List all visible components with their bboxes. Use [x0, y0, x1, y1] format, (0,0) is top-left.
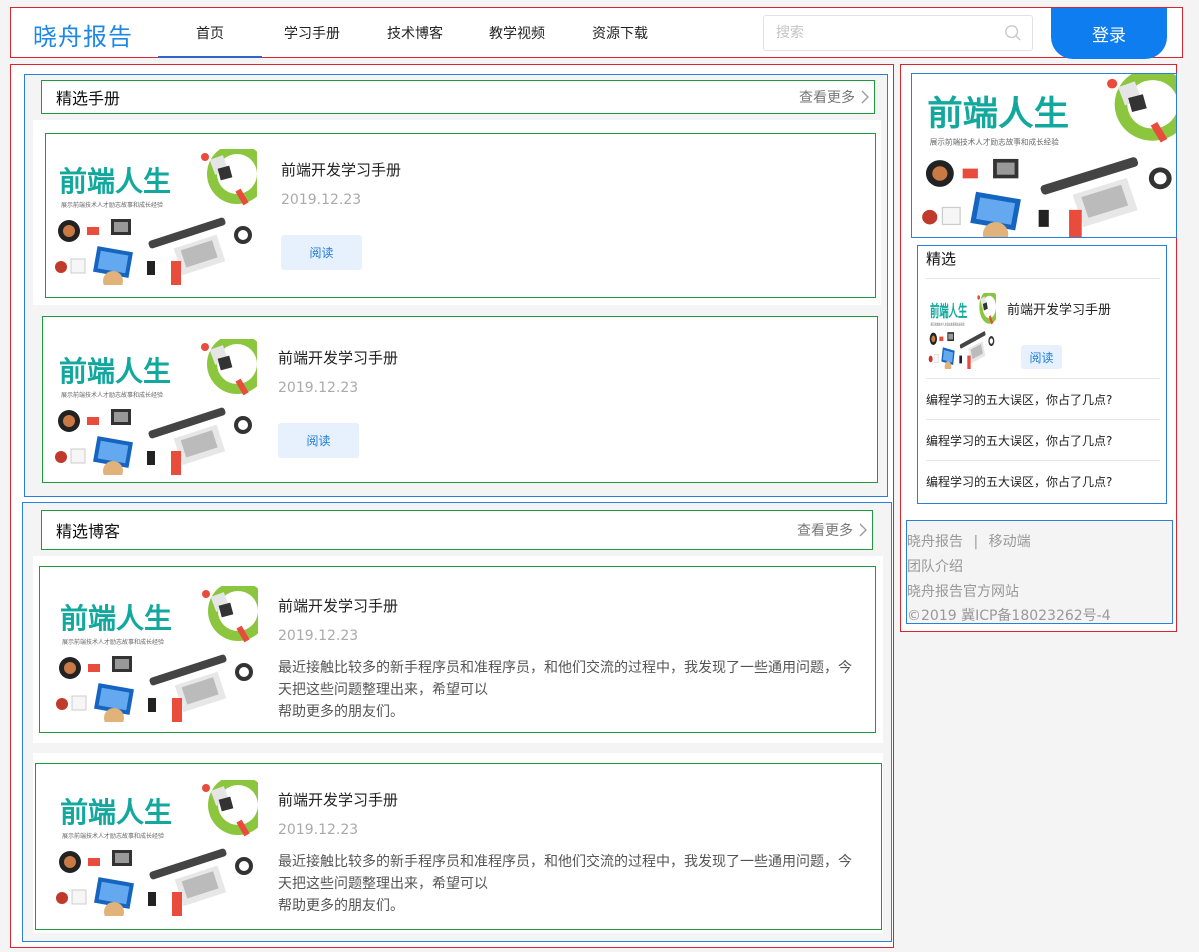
sidebar-featured: 精选 前端人生 展示前端技术人才励志故事和成长经验 前端开发学习手册 阅读 编程…: [917, 245, 1167, 504]
blogs-section-header: 精选博客 查看更多: [41, 510, 873, 550]
blog-date: 2019.12.23: [278, 628, 359, 644]
login-button[interactable]: 登录: [1051, 8, 1167, 59]
read-button[interactable]: 阅读: [278, 423, 359, 458]
thumbnail-subtitle: 展示前端技术人才励志故事和成长经验: [61, 391, 163, 399]
thumbnail-title: 前端人生: [927, 95, 1069, 134]
footer-brand-link[interactable]: 晓舟报告: [907, 534, 963, 550]
nav-item-manuals[interactable]: 学习手册: [284, 23, 340, 43]
manual-card[interactable]: 前端人生 展示前端技术人才励志故事和成长经验 前端开发学习手册 2019.12.…: [42, 316, 878, 483]
featured-manuals-section: 精选手册 查看更多 前端人生 展示前端技术人才励志故事和成长经验 前端开发学习手…: [24, 74, 888, 497]
blog-description: 最近接触比较多的新手程序员和准程序员，和他们交流的过程中，我发现了一些通用问题，…: [278, 657, 878, 723]
footer-separator: |: [973, 534, 979, 550]
nav-item-home[interactable]: 首页: [196, 23, 224, 43]
blog-description-line: 帮助更多的朋友们。: [278, 704, 404, 720]
footer-links-row: 晓舟报告 | 移动端: [907, 531, 1031, 551]
featured-item[interactable]: 前端人生 展示前端技术人才励志故事和成长经验 前端开发学习手册 阅读: [926, 278, 1160, 378]
view-more-label: 查看更多: [799, 90, 855, 106]
thumbnail-title: 前端人生: [59, 165, 171, 198]
manual-card[interactable]: 前端人生 展示前端技术人才励志故事和成长经验 前端开发学习手册 2019.12.…: [45, 133, 876, 298]
manual-date: 2019.12.23: [281, 192, 362, 208]
search-input[interactable]: [764, 16, 984, 50]
nav-active-indicator: [158, 56, 262, 58]
nav-item-blog[interactable]: 技术博客: [387, 23, 443, 43]
featured-item-title[interactable]: 前端开发学习手册: [1007, 299, 1111, 318]
sidebar-footer: 晓舟报告 | 移动端 团队介绍 晓舟报告官方网站 ©2019 冀ICP备1802…: [906, 520, 1173, 624]
footer-site-link[interactable]: 晓舟报告官方网站: [907, 581, 1019, 601]
thumbnail-subtitle: 展示前端技术人才励志故事和成长经验: [62, 638, 164, 646]
blog-description: 最近接触比较多的新手程序员和准程序员，和他们交流的过程中，我发现了一些通用问题，…: [278, 851, 878, 917]
thumbnail-subtitle: 展示前端技术人才励志故事和成长经验: [61, 201, 163, 209]
blog-card[interactable]: 前端人生 展示前端技术人才励志故事和成长经验 前端开发学习手册 2019.12.…: [35, 763, 882, 930]
thumbnail-illustration: 前端人生 展示前端技术人才励志故事和成长经验: [912, 74, 1176, 237]
thumbnail-title: 前端人生: [60, 796, 172, 829]
read-button[interactable]: 阅读: [1021, 345, 1062, 369]
top-navbar: 晓舟报告 首页 学习手册 技术博客 教学视频 资源下载 登录: [10, 7, 1183, 59]
manuals-section-header: 精选手册 查看更多: [41, 80, 875, 114]
featured-blogs-section: 精选博客 查看更多 前端人生 展示前端技术人才励志故事和成长经验 前端开发学习手…: [22, 502, 892, 942]
search-box: [763, 15, 1033, 51]
section-title: 精选博客: [56, 522, 121, 541]
read-button[interactable]: 阅读: [281, 235, 362, 270]
blog-description-line: 天把这些问题整理出来，希望可以: [278, 682, 488, 698]
thumbnail-title: 前端人生: [930, 302, 967, 321]
blog-description-line: 最近接触比较多的新手程序员和准程序员，和他们交流的过程中，我发现了一些通用问题，…: [278, 660, 852, 676]
featured-title: 精选: [926, 250, 957, 268]
view-more-label: 查看更多: [797, 523, 853, 539]
chevron-right-icon: [859, 523, 867, 537]
sidebar-link[interactable]: 编程学习的五大误区，你占了几点?: [926, 419, 1160, 461]
blog-card[interactable]: 前端人生 展示前端技术人才励志故事和成长经验 前端开发学习手册 2019.12.…: [39, 566, 876, 733]
manual-thumbnail: 前端人生 展示前端技术人才励志故事和成长经验: [47, 334, 267, 481]
banner-thumbnail: 前端人生 展示前端技术人才励志故事和成长经验: [912, 74, 1176, 237]
footer-icp: ©2019 冀ICP备18023262号-4: [907, 608, 1111, 624]
sidebar: 前端人生 展示前端技术人才励志故事和成长经验 精选 前端人生 展示前端技术人才励…: [900, 64, 1177, 632]
thumbnail-subtitle: 展示前端技术人才励志故事和成长经验: [931, 322, 965, 327]
blog-thumbnail: 前端人生 展示前端技术人才励志故事和成长经验: [48, 775, 268, 922]
nav-item-downloads[interactable]: 资源下载: [592, 23, 648, 43]
blog-description-line: 天把这些问题整理出来，希望可以: [278, 876, 488, 892]
footer-mobile-link[interactable]: 移动端: [989, 534, 1031, 550]
view-more-link[interactable]: 查看更多: [799, 87, 869, 107]
nav-item-videos[interactable]: 教学视频: [489, 23, 545, 43]
section-title: 精选手册: [56, 89, 121, 108]
featured-thumbnail: 前端人生 展示前端技术人才励志故事和成长经验: [926, 290, 1000, 373]
thumbnail-title: 前端人生: [59, 355, 171, 388]
blog-title[interactable]: 前端开发学习手册: [278, 789, 398, 810]
manual-date: 2019.12.23: [278, 380, 359, 396]
thumbnail-subtitle: 展示前端技术人才励志故事和成长经验: [62, 832, 164, 840]
search-icon[interactable]: [1004, 24, 1022, 42]
footer-team-link[interactable]: 团队介绍: [907, 556, 963, 576]
main-content: 精选手册 查看更多 前端人生 展示前端技术人才励志故事和成长经验 前端开发学习手…: [10, 64, 894, 948]
sidebar-link[interactable]: 编程学习的五大误区，你占了几点?: [926, 378, 1160, 420]
thumbnail-illustration: 前端人生 展示前端技术人才励志故事和成长经验: [47, 334, 267, 481]
blog-thumbnail: 前端人生 展示前端技术人才励志故事和成长经验: [48, 581, 268, 728]
blog-date: 2019.12.23: [278, 822, 359, 838]
manual-thumbnail: 前端人生 展示前端技术人才励志故事和成长经验: [47, 144, 267, 291]
manual-title[interactable]: 前端开发学习手册: [278, 347, 398, 368]
view-more-link[interactable]: 查看更多: [797, 520, 867, 540]
thumbnail-illustration: 前端人生 展示前端技术人才励志故事和成长经验: [48, 581, 268, 728]
blog-description-line: 最近接触比较多的新手程序员和准程序员，和他们交流的过程中，我发现了一些通用问题，…: [278, 854, 852, 870]
blog-title[interactable]: 前端开发学习手册: [278, 595, 398, 616]
thumbnail-illustration: 前端人生 展示前端技术人才励志故事和成长经验: [926, 290, 1000, 373]
sidebar-link[interactable]: 编程学习的五大误区，你占了几点?: [926, 460, 1160, 502]
manual-title[interactable]: 前端开发学习手册: [281, 159, 401, 180]
blog-description-line: 帮助更多的朋友们。: [278, 898, 404, 914]
site-logo[interactable]: 晓舟报告: [33, 17, 133, 52]
thumbnail-illustration: 前端人生 展示前端技术人才励志故事和成长经验: [48, 775, 268, 922]
thumbnail-illustration: 前端人生 展示前端技术人才励志故事和成长经验: [47, 144, 267, 291]
thumbnail-title: 前端人生: [60, 602, 172, 635]
chevron-right-icon: [861, 90, 869, 104]
thumbnail-subtitle: 展示前端技术人才励志故事和成长经验: [930, 137, 1060, 147]
sidebar-banner[interactable]: 前端人生 展示前端技术人才励志故事和成长经验: [911, 73, 1177, 238]
